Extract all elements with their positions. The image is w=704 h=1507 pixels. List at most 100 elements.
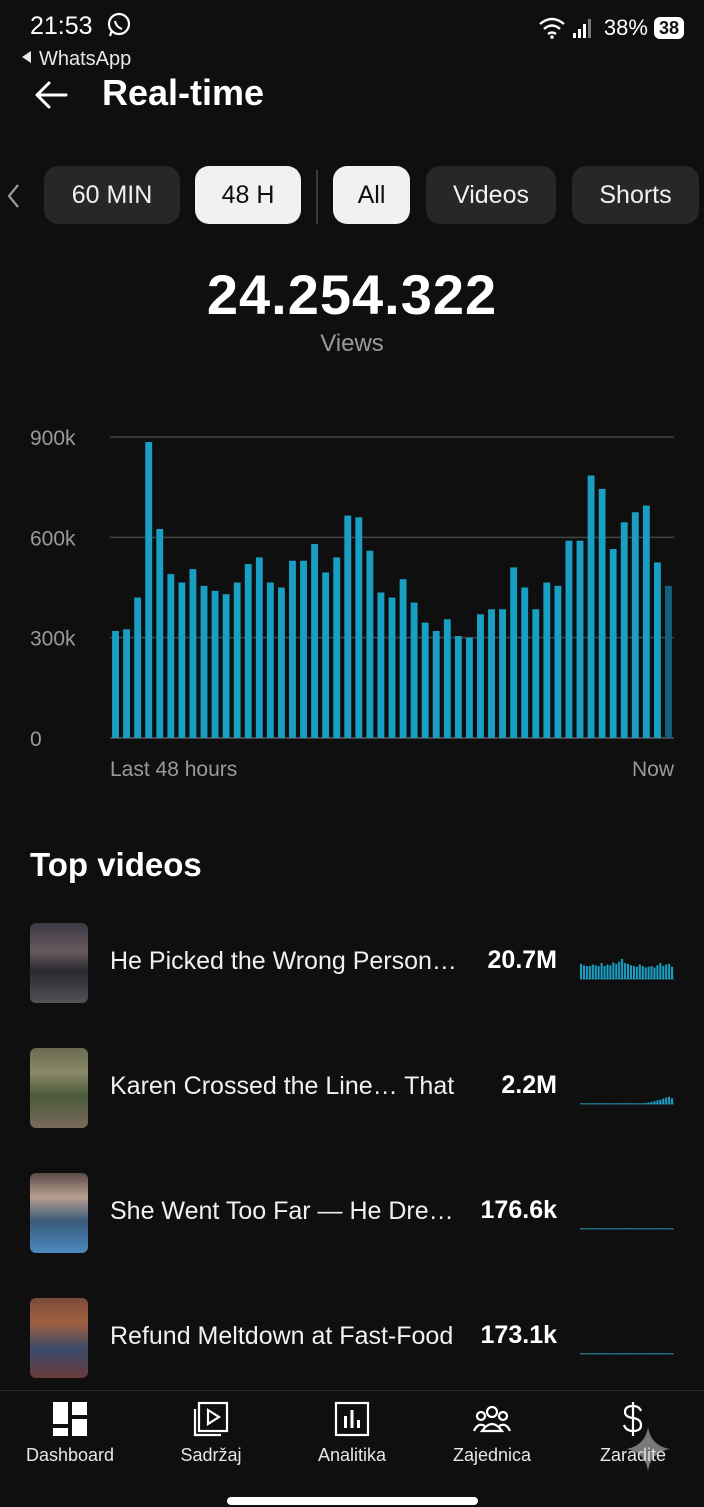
- status-bar: 21:53 WhatsApp 38% 38: [0, 0, 704, 70]
- chart-bar[interactable]: [355, 517, 363, 738]
- nav-content[interactable]: Sadržaj: [141, 1401, 281, 1471]
- chart-bar[interactable]: [233, 582, 241, 738]
- sparkline-bar: [580, 1103, 583, 1104]
- chart-bar[interactable]: [399, 579, 407, 738]
- chart-bar[interactable]: [488, 609, 495, 738]
- dashboard-icon: [53, 1402, 87, 1436]
- sparkline-bar: [588, 966, 591, 979]
- sparkline-bar: [653, 1101, 656, 1104]
- chart-bar[interactable]: [377, 592, 385, 738]
- sparkline-bar: [656, 1100, 659, 1104]
- sparkline-bar: [650, 1101, 653, 1104]
- sparkline-bar: [668, 1228, 671, 1229]
- chart-bar[interactable]: [432, 630, 440, 738]
- chart-bar[interactable]: [366, 550, 374, 738]
- sparkline-bar: [609, 1353, 612, 1354]
- chart-bar[interactable]: [443, 619, 451, 738]
- content-icon: [193, 1401, 229, 1437]
- sparkline-bar: [585, 966, 588, 979]
- sparkline-bar: [647, 966, 650, 979]
- chart-bar[interactable]: [554, 585, 562, 738]
- video-row[interactable]: He Picked the Wrong Person… 20.7M: [0, 923, 704, 1007]
- chart-bar[interactable]: [653, 562, 661, 738]
- chart-bar[interactable]: [189, 569, 197, 738]
- status-time: 21:53: [30, 12, 93, 40]
- chart-bar[interactable]: [510, 567, 518, 738]
- video-row[interactable]: Karen Crossed the Line… That 2.2M: [0, 1048, 704, 1132]
- chip-all[interactable]: All: [333, 166, 410, 224]
- chart-bar[interactable]: [477, 614, 484, 738]
- y-tick-label: 600k: [30, 527, 76, 550]
- chart-bar[interactable]: [167, 574, 175, 738]
- chart-bar[interactable]: [156, 528, 164, 738]
- sparkline-bar: [582, 965, 585, 979]
- sparkline-bar: [606, 1353, 609, 1354]
- chart-bar[interactable]: [454, 635, 462, 738]
- sparkline-bar: [641, 1228, 644, 1229]
- chart-bar[interactable]: [289, 560, 296, 738]
- chart-bar[interactable]: [300, 560, 307, 738]
- chart-bar[interactable]: [333, 557, 341, 738]
- sparkline-bar: [653, 967, 656, 979]
- sparkline-bar: [632, 1353, 635, 1354]
- sparkline-bar: [656, 965, 659, 979]
- video-thumbnail: [30, 1173, 88, 1253]
- sparkline-bar: [621, 958, 624, 979]
- chart-bar[interactable]: [311, 544, 319, 738]
- sparkline-bar: [629, 965, 632, 979]
- chart-bar[interactable]: [200, 585, 208, 738]
- chart-bar[interactable]: [521, 587, 529, 739]
- y-tick-label: 300k: [30, 628, 76, 651]
- chart-bar[interactable]: [499, 609, 507, 738]
- sparkline-bar: [612, 1353, 615, 1354]
- chip-shorts[interactable]: Shorts: [572, 166, 699, 224]
- chart-bar[interactable]: [609, 549, 617, 738]
- chart-bar[interactable]: [465, 637, 473, 738]
- sparkline-bar: [600, 1103, 603, 1104]
- chip-videos[interactable]: Videos: [426, 166, 556, 224]
- chart-bar[interactable]: [134, 597, 142, 738]
- sparkline-bar: [656, 1353, 659, 1354]
- chart-bar[interactable]: [211, 590, 219, 738]
- sparkline-bar: [609, 965, 612, 979]
- sparkline-bar: [665, 1097, 668, 1104]
- chart-bar[interactable]: [277, 587, 285, 739]
- chart-bar[interactable]: [620, 522, 628, 738]
- nav-community[interactable]: Zajednica: [422, 1401, 562, 1471]
- video-row[interactable]: She Went Too Far — He Drew the Line 176.…: [0, 1173, 704, 1257]
- chart-bar[interactable]: [244, 564, 252, 738]
- sparkline-bar: [659, 963, 662, 979]
- chart-bar[interactable]: [576, 540, 584, 738]
- chevron-left-icon[interactable]: [4, 182, 22, 210]
- total-views-value: 24.254.322: [206, 263, 498, 326]
- video-row[interactable]: Refund Meltdown at Fast-Food 173.1k: [0, 1298, 704, 1382]
- nav-analytics[interactable]: Analitika: [282, 1401, 422, 1471]
- chart-bar[interactable]: [112, 630, 119, 738]
- sparkline-bar: [618, 1353, 621, 1354]
- chip-60-min[interactable]: 60 MIN: [44, 166, 180, 224]
- chart-bar[interactable]: [410, 602, 418, 738]
- chart-bar[interactable]: [344, 515, 352, 738]
- chart-bar[interactable]: [631, 512, 639, 738]
- sparkline-bar: [600, 1353, 603, 1354]
- chart-bar[interactable]: [665, 585, 672, 738]
- chart-bar[interactable]: [587, 475, 595, 738]
- chart-bar[interactable]: [145, 442, 153, 738]
- chart-bar[interactable]: [543, 582, 551, 738]
- chart-bar[interactable]: [178, 582, 186, 738]
- chart-bar[interactable]: [532, 609, 540, 738]
- chart-bar[interactable]: [565, 540, 573, 738]
- chart-bar[interactable]: [642, 505, 650, 738]
- chart-bar[interactable]: [388, 597, 396, 738]
- chart-bar[interactable]: [322, 572, 330, 738]
- sparkline-bar: [638, 1353, 641, 1354]
- chart-bar[interactable]: [598, 488, 606, 738]
- chart-bar[interactable]: [421, 622, 429, 738]
- nav-dashboard[interactable]: Dashboard: [0, 1401, 140, 1471]
- chart-bar[interactable]: [222, 594, 230, 738]
- chart-bar[interactable]: [266, 582, 274, 738]
- chip-48-h[interactable]: 48 H: [195, 166, 301, 224]
- chart-bar[interactable]: [255, 557, 263, 738]
- arrow-left-icon[interactable]: [32, 76, 70, 114]
- chart-bar[interactable]: [123, 629, 131, 738]
